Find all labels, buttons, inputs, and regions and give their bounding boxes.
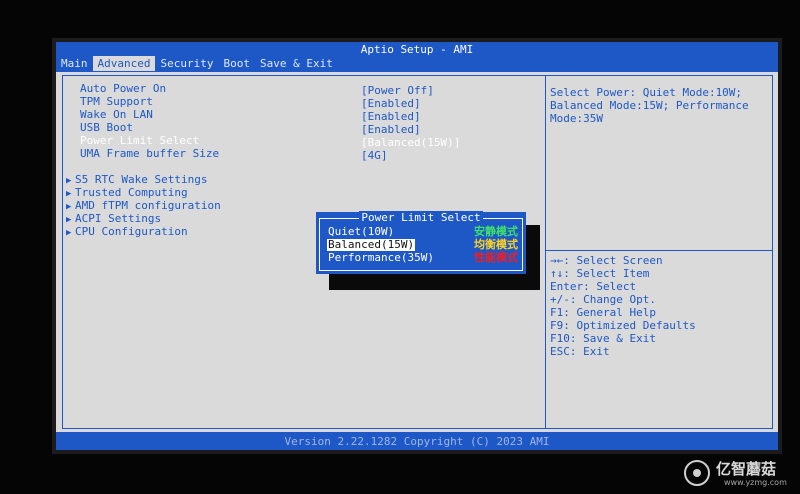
option-balanced-annotation: 均衡模式 <box>474 238 518 251</box>
option-performance[interactable]: Performance(35W) <box>328 252 434 264</box>
option-performance-annotation: 性能模式 <box>474 251 518 264</box>
key-help-esc-exit: ESC: Exit <box>550 345 610 358</box>
submenu-acpi-settings[interactable]: ▶ ACPI Settings <box>66 212 161 225</box>
footer-bar: Version 2.22.1282 Copyright (C) 2023 AMI <box>56 432 778 450</box>
tab-save-exit[interactable]: Save & Exit <box>255 56 338 71</box>
key-help-list: →←: Select Screen ↑↓: Select Item Enter:… <box>550 254 696 358</box>
help-panel: Select Power: Quiet Mode:10W; Balanced M… <box>545 75 773 429</box>
setting-power-limit-value[interactable]: [Balanced(15W)] <box>361 136 460 149</box>
key-help-optimized-defaults: F9: Optimized Defaults <box>550 319 696 332</box>
setting-power-limit-label[interactable]: Power Limit Select <box>80 134 199 147</box>
submenu-s5-rtc-wake[interactable]: ▶ S5 RTC Wake Settings <box>66 173 207 186</box>
tab-security[interactable]: Security <box>155 56 218 71</box>
key-help-select-screen: →←: Select Screen <box>550 254 663 267</box>
tab-advanced[interactable]: Advanced <box>92 56 156 71</box>
submenu-cpu-configuration[interactable]: ▶ CPU Configuration <box>66 225 188 238</box>
watermark-url: www.yzmg.com <box>724 478 787 487</box>
setting-usb-boot-label[interactable]: USB Boot <box>80 121 133 134</box>
key-help-select-item: ↑↓: Select Item <box>550 267 650 280</box>
setting-auto-power-on-label[interactable]: Auto Power On <box>80 82 166 95</box>
tab-bar: Main Advanced Security Boot Save & Exit <box>56 56 338 71</box>
tab-boot[interactable]: Boot <box>218 56 255 71</box>
version-text: Version 2.22.1282 Copyright (C) 2023 AMI <box>284 435 550 448</box>
option-quiet[interactable]: Quiet(10W) <box>328 226 394 238</box>
app-title: Aptio Setup - AMI <box>360 43 474 56</box>
setting-tpm-support-value[interactable]: [Enabled] <box>361 97 421 110</box>
power-limit-popup: Power Limit Select Quiet(10W) 安静模式 Balan… <box>316 211 526 274</box>
popup-title: Power Limit Select <box>359 211 483 224</box>
watermark-name: 亿智蘑菇 <box>716 460 777 478</box>
setting-usb-boot-value[interactable]: [Enabled] <box>361 123 421 136</box>
watermark: 亿智蘑菇 www.yzmg.com <box>684 456 787 490</box>
setting-wake-on-lan-value[interactable]: [Enabled] <box>361 110 421 123</box>
key-help-general-help: F1: General Help <box>550 306 656 319</box>
setting-auto-power-on-value[interactable]: [Power Off] <box>361 84 434 97</box>
title-bar: Aptio Setup - AMI Main Advanced Security… <box>56 42 778 72</box>
help-divider <box>546 250 772 251</box>
setting-uma-frame-buffer-label[interactable]: UMA Frame buffer Size <box>80 147 219 160</box>
option-quiet-annotation: 安静模式 <box>474 225 518 238</box>
submenu-amd-ftpm[interactable]: ▶ AMD fTPM configuration <box>66 199 221 212</box>
key-help-save-exit: F10: Save & Exit <box>550 332 656 345</box>
watermark-logo-icon <box>684 460 710 486</box>
submenu-trusted-computing[interactable]: ▶ Trusted Computing <box>66 186 188 199</box>
tab-main[interactable]: Main <box>56 56 93 71</box>
key-help-enter: Enter: Select <box>550 280 637 293</box>
key-help-change-opt: +/-: Change Opt. <box>550 293 656 306</box>
help-text: Select Power: Quiet Mode:10W; Balanced M… <box>550 86 756 125</box>
submenu-arrow-icon: ▶ <box>66 228 72 238</box>
setting-uma-frame-buffer-value[interactable]: [4G] <box>361 149 388 162</box>
setting-wake-on-lan-label[interactable]: Wake On LAN <box>80 108 153 121</box>
option-balanced[interactable]: Balanced(15W) <box>327 239 416 251</box>
setting-tpm-support-label[interactable]: TPM Support <box>80 95 153 108</box>
